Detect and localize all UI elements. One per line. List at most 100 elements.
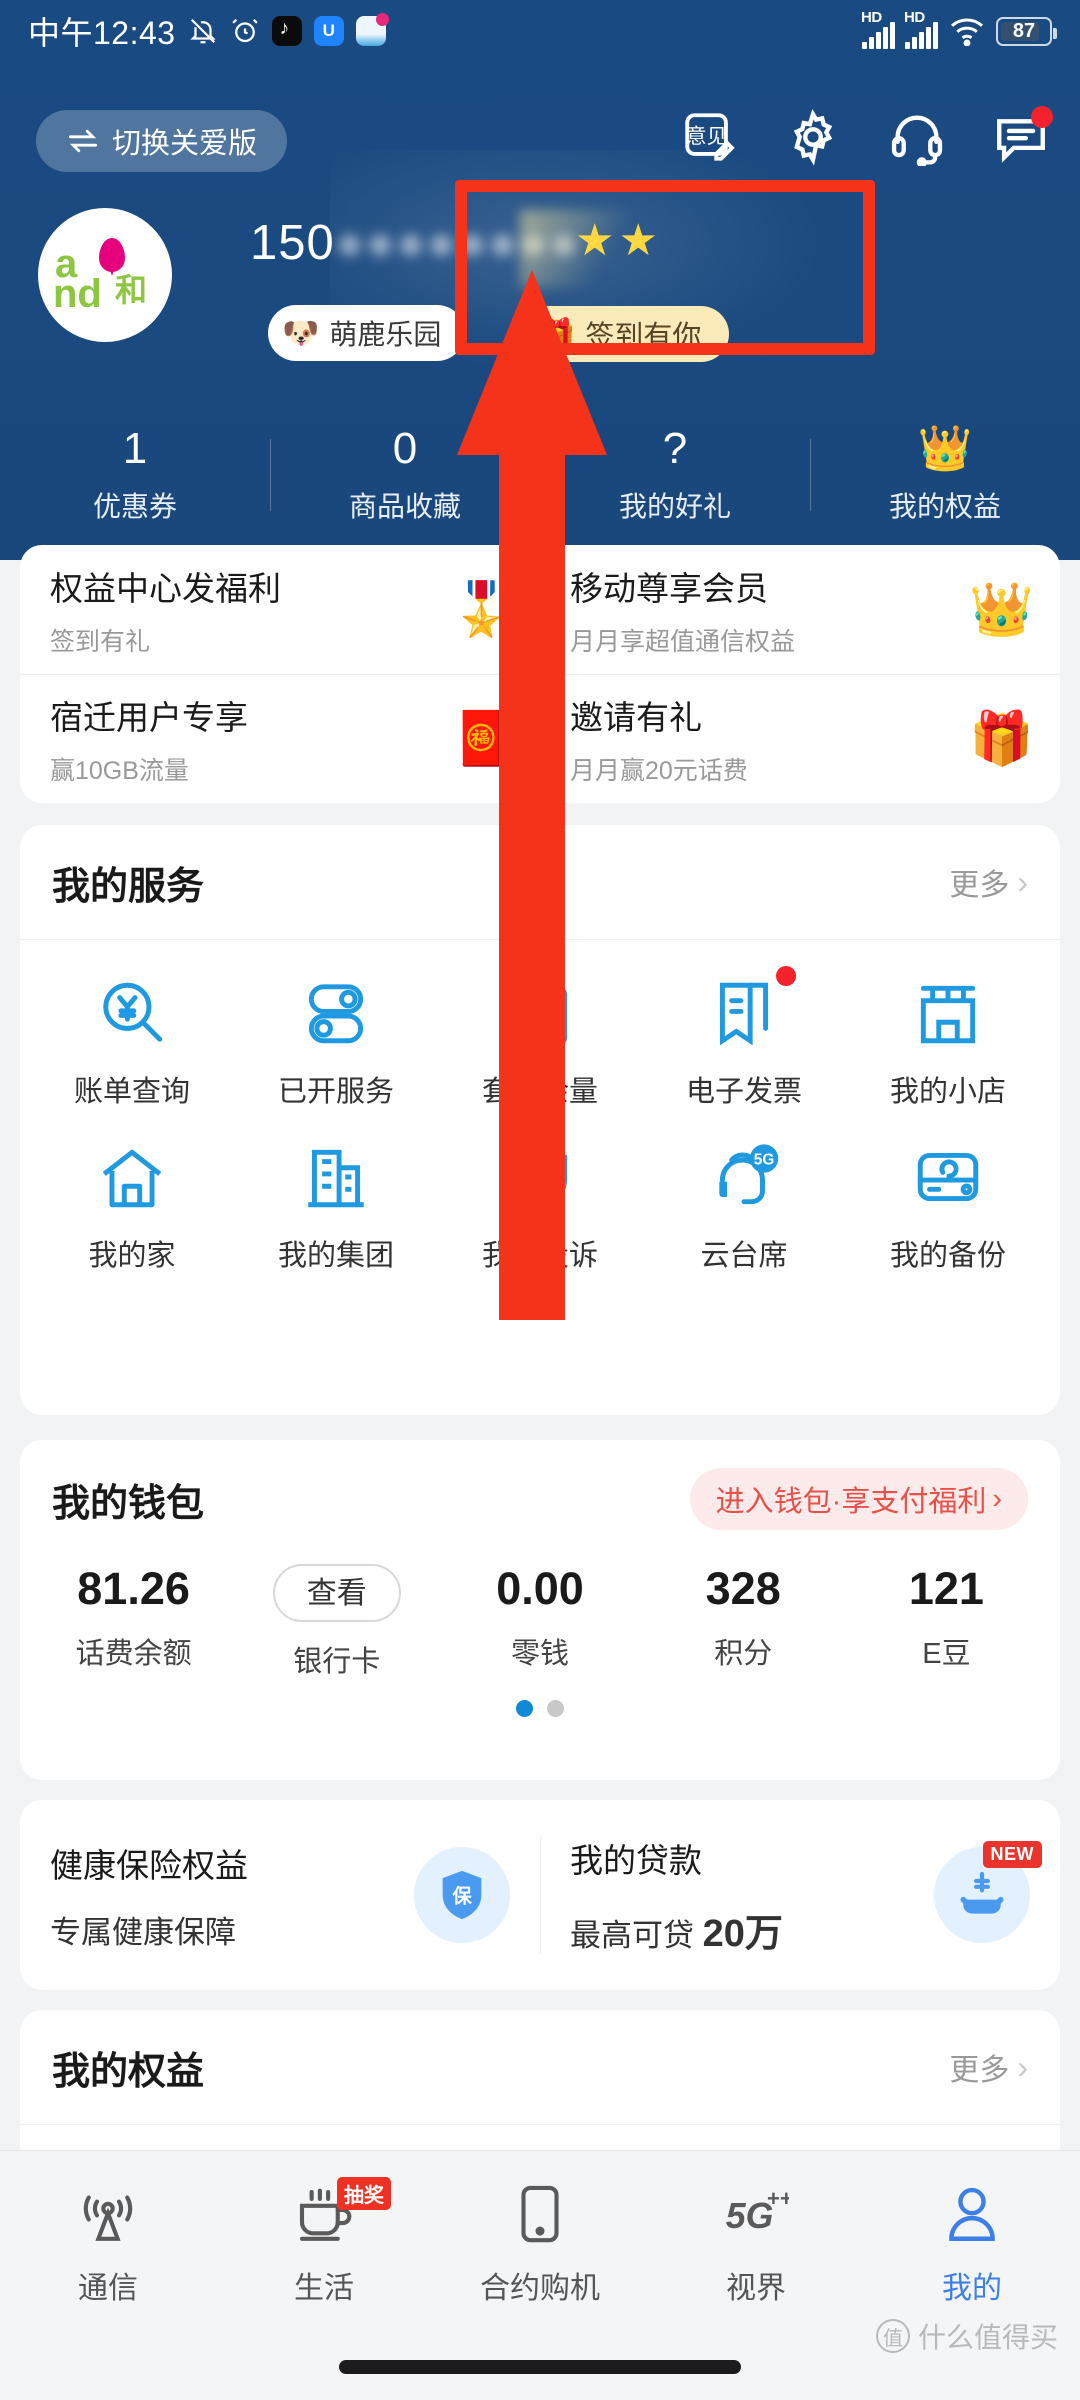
stat-gifts[interactable]: ? 我的好礼 [540,424,810,525]
message-icon[interactable] [992,106,1053,166]
service-bill-search[interactable]: 账单查询 [30,962,234,1110]
wallet-card: 我的钱包 进入钱包·享支付福利 › 81.26 话费余额 查看 银行卡 0.00… [20,1440,1060,1780]
enter-wallet-button[interactable]: 进入钱包·享支付福利 › [689,1468,1028,1530]
pagination-dot[interactable] [547,1700,564,1717]
tab-video[interactable]: 5G ++ 视界 [648,2181,864,2307]
rights-header: 我的权益 更多 › [20,2010,1060,2125]
tab-label: 视界 [726,2272,786,2305]
tiktok-app-icon [271,16,302,46]
person-icon [939,2181,1005,2247]
services-title: 我的服务 [52,865,205,908]
signin-button[interactable]: 🎁 签到有你 [522,306,730,362]
my-loan-entry[interactable]: 我的贷款 最高可贷 20万 NEW [540,1800,1060,1990]
gift-icon: 🎁 [538,317,576,351]
benefit-subtitle: 签到有礼 [50,627,151,656]
tab-mine[interactable]: 我的 [864,2181,1080,2307]
crown-icon: 👑 [917,423,973,473]
wallet-view-button[interactable]: 查看 [272,1564,401,1622]
service-my-home[interactable]: 我的家 [30,1126,234,1274]
insurance-shield-icon: 保 [414,1847,510,1943]
wallet-points[interactable]: 328 积分 [642,1564,845,1680]
service-my-backup[interactable]: 我的备份 [846,1126,1050,1274]
pagination-dot[interactable] [547,1294,564,1311]
lottery-badge: 抽奖 [336,2177,391,2210]
wallet-title: 我的钱包 [52,1482,205,1525]
svg-text:保: 保 [451,1884,472,1907]
service-label: 我的备份 [889,1240,1006,1272]
service-my-complaint[interactable]: 我的投诉 [438,1126,642,1274]
settings-gear-icon[interactable] [784,108,842,166]
service-cloud-agent[interactable]: 5G 云台席 [642,1126,846,1274]
watermark-logo-icon: 值 [875,2319,910,2353]
benefit-subtitle: 赢10GB流量 [50,757,189,785]
watermark-text: 什么值得买 [917,2322,1058,2353]
pagination-dot-active[interactable] [516,1700,533,1717]
tab-label: 通信 [78,2272,138,2305]
status-bar: 中午12:43 HD HD 87 [0,0,1080,62]
svg-text:++: ++ [767,2186,789,2211]
new-badge: NEW [982,1841,1042,1868]
battery-indicator: 87 [996,16,1057,46]
benefit-subtitle: 月月赢20元话费 [570,757,748,785]
feedback-icon[interactable]: 意见 [680,108,738,166]
stat-rights[interactable]: 👑 我的权益 [810,423,1080,525]
benefit-title: 移动尊享会员 [570,569,768,607]
tab-communication[interactable]: 通信 [0,2181,216,2307]
header-hero: 中午12:43 HD HD 87 [0,0,1080,560]
chevron-right-icon: › [1017,863,1028,900]
header-action-icons: 意见 [680,106,1053,166]
backup-icon [911,1140,985,1214]
headset-support-icon[interactable] [888,108,946,166]
finance-title: 健康保险权益 [50,1846,248,1884]
status-bar-right: HD HD 87 [861,9,1057,49]
home-indicator[interactable] [339,2360,741,2374]
wallet-ebeans[interactable]: 121 E豆 [845,1564,1048,1680]
benefit-invite[interactable]: 邀请有礼 月月赢20元话费 🎁 [540,675,1060,803]
switch-care-version-button[interactable]: 切换关爱版 [36,110,288,172]
stat-coupons[interactable]: 1 优惠券 [0,424,270,525]
service-my-store[interactable]: 我的小店 [846,962,1050,1110]
services-more-button[interactable]: 更多 › [949,860,1028,904]
hd-label-2: HD [904,9,925,26]
benefit-suqian-exclusive[interactable]: 宿迁用户专享 赢10GB流量 🧧 [20,675,540,803]
bottom-tab-bar: 通信 抽奖 生活 合约购机 5G ++ [0,2150,1080,2400]
stat-coupons-label: 优惠券 [92,491,177,523]
watermark: 值 什么值得买 [875,2316,1058,2356]
services-card: 我的服务 更多 › 账单查询 已开服务 套餐余量 电子发票 我的小店 我的家 我… [20,825,1060,1415]
wallet-bankcard[interactable]: 查看 银行卡 [235,1564,438,1680]
services-pagination [20,1294,1060,1311]
stat-gifts-label: 我的好礼 [618,491,731,523]
switch-care-version-label: 切换关爱版 [112,128,258,160]
finance-title: 我的贷款 [570,1841,702,1879]
service-label: 已开服务 [277,1076,394,1108]
wallet-balance[interactable]: 81.26 话费余额 [32,1564,235,1680]
wallet-change[interactable]: 0.00 零钱 [438,1564,641,1680]
stat-favorites[interactable]: 0 商品收藏 [270,424,540,525]
and-logo: a nd 和 [53,238,157,316]
benefit-title: 宿迁用户专享 [50,699,248,736]
benefit-vip-member[interactable]: 移动尊享会员 月月享超值通信权益 👑 [540,545,1060,674]
service-active-services[interactable]: 已开服务 [234,962,438,1110]
tab-label: 生活 [294,2272,354,2305]
service-my-group[interactable]: 我的集团 [234,1126,438,1274]
chevron-right-icon: › [1017,2048,1028,2085]
benefit-rights-center[interactable]: 权益中心发福利 签到有礼 🎖️ [20,545,540,674]
tab-life[interactable]: 抽奖 生活 [216,2177,432,2307]
logo-nd: nd [53,272,102,316]
battery-level: 87 [1012,19,1036,42]
user-tag-badge[interactable]: 🐶 萌鹿乐园 [268,305,466,361]
wallet-label: 积分 [714,1637,773,1670]
tab-contract-phone[interactable]: 合约购机 [432,2181,648,2307]
blue-app-icon [313,16,344,46]
group-building-icon [299,1140,373,1214]
service-plan-balance[interactable]: 套餐余量 [438,962,642,1110]
pagination-dot-active[interactable] [516,1294,533,1311]
rights-more-button[interactable]: 更多 › [949,2045,1028,2089]
svg-text:意见: 意见 [686,125,727,148]
rights-card: 我的权益 更多 › [20,2010,1060,2170]
plan-balance-icon [503,976,577,1050]
service-e-invoice[interactable]: 电子发票 [642,962,846,1110]
wallet-label: 银行卡 [293,1646,381,1678]
health-insurance-entry[interactable]: 健康保险权益 专属健康保障 保 [20,1800,540,1990]
avatar[interactable]: a nd 和 [38,208,172,342]
